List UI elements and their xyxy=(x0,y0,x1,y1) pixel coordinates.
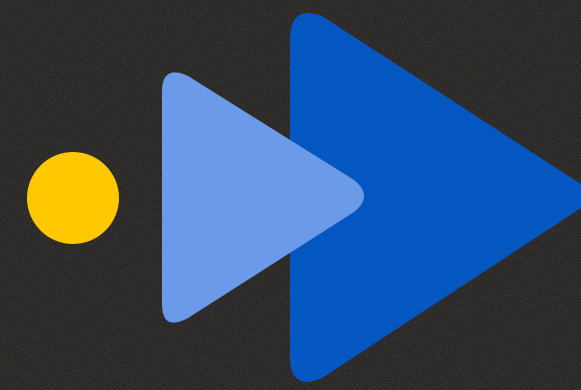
yellow-dot-icon xyxy=(27,152,119,244)
graphic-canvas xyxy=(0,0,581,390)
play-forward-illustration xyxy=(0,0,581,390)
